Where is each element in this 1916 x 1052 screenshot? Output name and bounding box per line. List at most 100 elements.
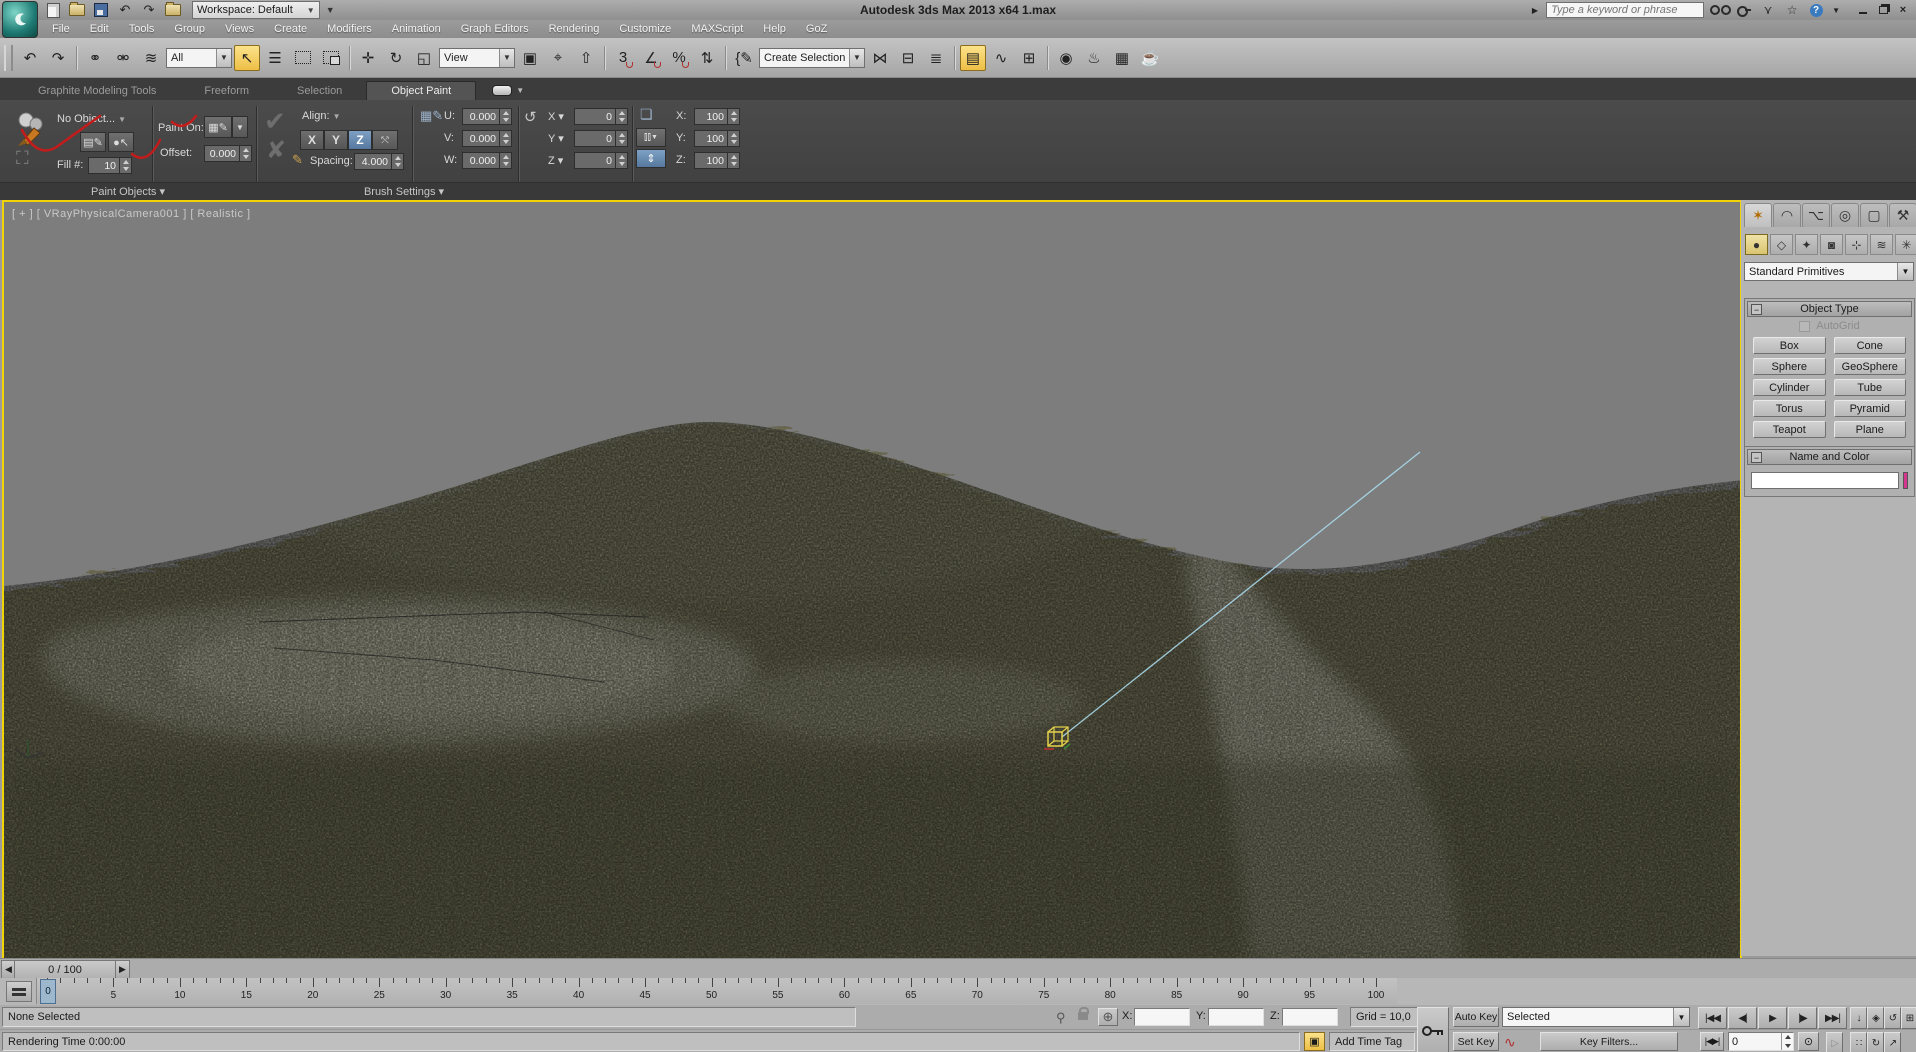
object-type-box-button[interactable]: Box [1753, 337, 1826, 354]
app-logo-icon[interactable] [2, 1, 38, 38]
category-helpers-button[interactable]: ⊹ [1845, 234, 1868, 255]
select-and-manipulate-button[interactable]: ⌖ [545, 45, 571, 71]
paint-objects-caption[interactable]: Paint Objects ▾ [91, 185, 165, 198]
restore-button[interactable] [1876, 4, 1890, 16]
communication-center-icon[interactable]: ⋎ [1760, 2, 1776, 18]
command-tab-create[interactable]: ✶ [1744, 203, 1772, 227]
edit-object-list-button[interactable]: ▤✎ [80, 132, 106, 152]
ribbon-tab-object-paint[interactable]: Object Paint [366, 81, 476, 100]
brush-settings-caption[interactable]: Brush Settings ▾ [364, 185, 444, 198]
unlink-selection-button[interactable]: ⚮ [110, 45, 136, 71]
uvw-v-field[interactable]: 0.000 [462, 130, 512, 147]
snaps-toggle-button[interactable]: 3 [610, 45, 636, 71]
sign-in-key-icon[interactable] [1736, 2, 1752, 18]
go-to-start-button[interactable]: |◀◀ [1698, 1007, 1727, 1029]
object-type-plane-button[interactable]: Plane [1834, 421, 1907, 438]
spacing-field[interactable]: 4.000 [354, 153, 404, 170]
percent-snap-button[interactable]: % [666, 45, 692, 71]
minimize-button[interactable] [1856, 4, 1870, 16]
edit-named-selections-button[interactable]: {✎ [731, 45, 757, 71]
menu-modifiers[interactable]: Modifiers [317, 23, 382, 35]
undo-button[interactable]: ↶ [116, 2, 134, 18]
category-systems-button[interactable]: ✳ [1895, 234, 1916, 255]
favorites-star-icon[interactable]: ☆ [1784, 2, 1800, 18]
selection-lock-icon[interactable] [1078, 1012, 1088, 1020]
autogrid-checkbox[interactable] [1799, 321, 1810, 332]
scale-mode-dropdown[interactable]: ⫾⫾ ▼ [636, 128, 666, 147]
pick-object-button[interactable]: ●↖ [108, 132, 134, 152]
menu-help[interactable]: Help [753, 23, 796, 35]
paint-on-mode-button[interactable]: ▦✎ [204, 116, 232, 138]
undo-button[interactable]: ↶ [17, 45, 43, 71]
command-tab-hierarchy[interactable]: ⌥ [1802, 203, 1830, 227]
min-max-viewport-toggle[interactable]: ↗ [1884, 1032, 1901, 1052]
close-button[interactable]: × [1896, 4, 1910, 16]
object-color-swatch[interactable] [1903, 472, 1908, 489]
z-coordinate-field[interactable] [1282, 1008, 1338, 1026]
object-type-tube-button[interactable]: Tube [1834, 379, 1907, 396]
menu-file[interactable]: File [42, 23, 80, 35]
fill-count-field[interactable]: 10 [88, 157, 132, 174]
time-slider-frame-marker[interactable]: 0 [40, 979, 56, 1004]
object-type-geosphere-button[interactable]: GeoSphere [1834, 358, 1907, 375]
previous-frame-button[interactable]: ◀| [1728, 1007, 1757, 1029]
set-key-button[interactable]: Set Key [1453, 1032, 1499, 1051]
object-type-sphere-button[interactable]: Sphere [1753, 358, 1826, 375]
reference-coordinate-dropdown[interactable]: View▼ [439, 48, 515, 68]
select-and-scale-button[interactable]: ◱ [411, 45, 437, 71]
uvw-w-field[interactable]: 0.000 [462, 152, 512, 169]
menu-rendering[interactable]: Rendering [539, 23, 610, 35]
viewport-label[interactable]: [ + ] [ VRayPhysicalCamera001 ] [ Realis… [12, 208, 251, 220]
open-file-button[interactable] [68, 2, 86, 18]
command-tab-utilities[interactable]: ⚒ [1889, 203, 1916, 227]
ribbon-minimize-button[interactable]: ▼ [492, 85, 524, 96]
material-editor-button[interactable]: ◉ [1053, 45, 1079, 71]
align-axis-x-button[interactable]: X [300, 130, 324, 150]
offset-field[interactable]: 0.000 [204, 145, 252, 162]
zoom-extents-button[interactable]: ◈ [1867, 1007, 1884, 1029]
x-coordinate-field[interactable] [1134, 1008, 1190, 1026]
menu-views[interactable]: Views [215, 23, 264, 35]
use-center-button[interactable]: ▣ [517, 45, 543, 71]
play-button[interactable]: ▶ [1758, 1007, 1787, 1029]
scale-x-field[interactable]: 100 [694, 108, 740, 125]
next-frame-button[interactable]: |▶ [1788, 1007, 1817, 1029]
selection-filter-dropdown[interactable]: All▼ [166, 48, 232, 68]
isolate-selection-toggle[interactable]: ▣ [1304, 1032, 1325, 1051]
key-mode-selected-dropdown[interactable]: Selected ▼ [1502, 1007, 1690, 1027]
toolbar-grip[interactable] [4, 45, 13, 71]
align-axis-z-button[interactable]: Z [348, 130, 372, 150]
object-type-rollout-header[interactable]: − Object Type [1747, 301, 1912, 317]
maximize-viewport-toggle[interactable]: ⊞ [1901, 1007, 1916, 1029]
new-file-button[interactable] [44, 2, 62, 18]
viewport[interactable]: [ + ] [ VRayPhysicalCamera001 ] [ Realis… [2, 200, 1742, 960]
category-cameras-button[interactable]: ◙ [1820, 234, 1843, 255]
rendered-frame-button[interactable]: ▦ [1109, 45, 1135, 71]
spinner-snap-button[interactable]: ⇅ [694, 45, 720, 71]
ribbon-tab-freeform[interactable]: Freeform [180, 82, 273, 100]
open-mini-curve-editor-button[interactable] [6, 981, 32, 1002]
time-ruler[interactable]: 0510152025303540455055606570758085909510… [36, 978, 1397, 1004]
align-button[interactable]: ⊟ [895, 45, 921, 71]
object-name-input[interactable] [1751, 472, 1899, 489]
menu-tools[interactable]: Tools [119, 23, 165, 35]
bind-to-space-warp-button[interactable]: ≋ [138, 45, 164, 71]
zoom-button[interactable]: ↓ [1850, 1007, 1867, 1029]
command-tab-display[interactable]: ▢ [1860, 203, 1888, 227]
uvw-u-field[interactable]: 0.000 [462, 108, 512, 125]
default-in-out-tangents-icon[interactable]: ∿ [1504, 1034, 1516, 1051]
object-type-teapot-button[interactable]: Teapot [1753, 421, 1826, 438]
graphite-ribbon-toggle-button[interactable]: ▤ [960, 45, 986, 71]
scale-z-field[interactable]: 100 [694, 152, 740, 169]
curve-editor-button[interactable]: ∿ [988, 45, 1014, 71]
current-time-field[interactable]: 0 [1728, 1032, 1794, 1051]
go-to-end-button[interactable]: ▶▶| [1818, 1007, 1847, 1029]
paint-on-dropdown[interactable]: ▼ [232, 116, 248, 138]
object-type-cone-button[interactable]: Cone [1834, 337, 1907, 354]
mirror-button[interactable]: ⋈ [867, 45, 893, 71]
render-setup-button[interactable]: ♨ [1081, 45, 1107, 71]
menu-animation[interactable]: Animation [382, 23, 451, 35]
category-space-warps-button[interactable]: ≋ [1870, 234, 1893, 255]
menu-goz[interactable]: GoZ [796, 23, 837, 35]
paint-cancel-cross-icon[interactable]: ✘ [266, 136, 286, 165]
